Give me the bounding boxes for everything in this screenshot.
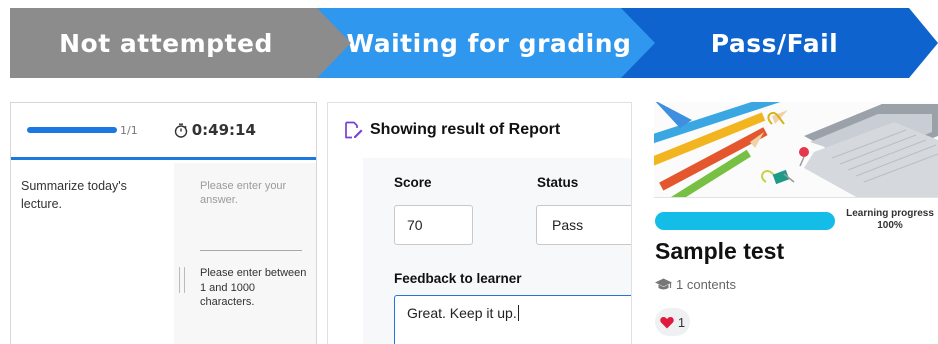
step-not-attempted: Not attempted	[10, 8, 352, 78]
step-label: Waiting for grading	[346, 28, 632, 58]
answer-hint: Please enter between 1 and 1000 characte…	[200, 267, 307, 308]
course-card[interactable]: Learning progress 100% Sample test 1 con…	[650, 102, 938, 344]
like-count: 1	[677, 314, 686, 330]
feedback-textarea[interactable]: Great. Keep it up.	[394, 295, 631, 344]
score-label: Score	[394, 175, 432, 190]
course-title[interactable]: Sample test	[655, 238, 784, 265]
step-label: Not attempted	[59, 28, 273, 58]
status-select[interactable]: Pass	[536, 205, 631, 245]
status-value: Pass	[552, 217, 584, 233]
answer-area: Please enter your answer. Please enter b…	[174, 163, 316, 344]
text-cursor	[517, 305, 519, 321]
question-progress-bar	[27, 127, 117, 133]
timer: 0:49:14	[174, 121, 256, 139]
page-title: Showing result of Report	[344, 121, 560, 139]
question-text: Summarize today's lecture.	[21, 179, 127, 211]
course-thumbnail	[654, 102, 938, 198]
step-waiting-for-grading: Waiting for grading	[317, 8, 657, 78]
grading-result-panel: Showing result of Report Score Status 70…	[327, 102, 632, 344]
resize-handle[interactable]	[179, 267, 185, 293]
page-title-text: Showing result of Report	[370, 121, 561, 138]
test-taking-panel: 1/1 0:49:14 Summarize today's lecture. P…	[10, 102, 317, 344]
result-form: Score Status 70 Pass Feedback to learner…	[363, 158, 631, 344]
answer-input[interactable]: Please enter your answer.	[200, 179, 310, 207]
stopwatch-icon	[174, 123, 187, 138]
test-body: Summarize today's lecture. Please enter …	[11, 163, 316, 344]
edit-document-icon	[345, 121, 363, 139]
contents-text: 1 contents	[676, 277, 736, 292]
learning-progress: Learning progress 100%	[840, 208, 938, 232]
heart-icon	[660, 316, 674, 328]
question-progress-count: 1/1	[120, 123, 138, 137]
graduation-cap-icon	[655, 278, 672, 290]
score-field[interactable]: 70	[394, 205, 473, 245]
status-label: Status	[537, 175, 579, 190]
contents-count: 1 contents	[655, 277, 736, 292]
test-header: 1/1 0:49:14	[11, 103, 316, 160]
learning-progress-bar	[655, 212, 835, 230]
stationery-laptop-illustration	[654, 102, 938, 197]
learning-progress-label: Learning progress	[846, 208, 934, 219]
step-label: Pass/Fail	[710, 28, 839, 58]
learning-progress-value: 100%	[877, 220, 903, 231]
status-steps: Not attempted Waiting for grading Pass/F…	[0, 0, 938, 92]
score-value: 70	[407, 217, 423, 233]
feedback-label: Feedback to learner	[394, 271, 522, 286]
answer-underline	[200, 250, 302, 251]
timer-value: 0:49:14	[191, 121, 256, 139]
feedback-value: Great. Keep it up.	[407, 305, 517, 321]
like-button[interactable]: 1	[655, 308, 690, 336]
step-pass-fail: Pass/Fail	[621, 8, 938, 78]
